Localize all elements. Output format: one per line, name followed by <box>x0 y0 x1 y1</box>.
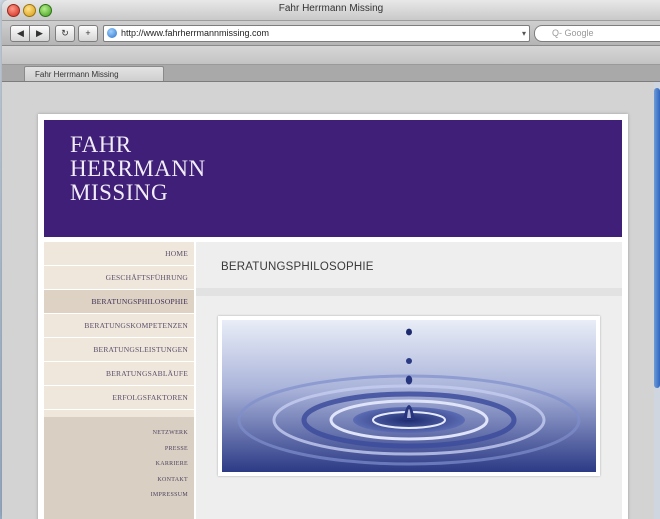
reload-button[interactable]: ↻ <box>55 25 75 42</box>
water-drop-image <box>222 320 596 472</box>
address-bar[interactable]: http://www.fahrherrmannmissing.com ▾ <box>103 25 530 42</box>
nav-item-karriere[interactable]: KARRIERE <box>44 457 194 473</box>
tab-active[interactable]: Fahr Herrmann Missing <box>24 66 164 81</box>
logo-line-1: FAHR <box>70 132 132 157</box>
site-header: FAHR HERRMANN MISSING <box>44 120 622 237</box>
site-globe-icon <box>107 28 117 38</box>
page-viewport: FAHR HERRMANN MISSING HOME GESCHÄFTSFÜHR… <box>2 82 654 519</box>
hero-image-frame <box>218 316 600 476</box>
nav-item-beratungsleistungen[interactable]: BERATUNGSLEISTUNGEN <box>44 338 194 362</box>
primary-nav: HOME GESCHÄFTSFÜHRUNG BERATUNGSPHILOSOPH… <box>44 242 194 410</box>
scrollbar-thumb[interactable] <box>654 88 660 388</box>
forward-button[interactable]: ▶ <box>29 25 50 42</box>
vertical-scrollbar[interactable] <box>654 82 660 519</box>
search-field[interactable]: Q- Google <box>534 25 660 42</box>
page-title: BERATUNGSPHILOSOPHIE <box>221 261 374 273</box>
sidebar-nav: HOME GESCHÄFTSFÜHRUNG BERATUNGSPHILOSOPH… <box>44 242 194 519</box>
nav-item-geschaeftsfuehrung[interactable]: GESCHÄFTSFÜHRUNG <box>44 266 194 290</box>
nav-item-impressum[interactable]: IMPRESSUM <box>44 488 194 504</box>
nav-item-beratungsphilosophie[interactable]: BERATUNGSPHILOSOPHIE <box>44 290 194 314</box>
secondary-nav: NETZWERK PRESSE KARRIERE KONTAKT IMPRESS… <box>44 417 194 519</box>
nav-item-presse[interactable]: PRESSE <box>44 442 194 458</box>
logo-line-3: MISSING <box>70 180 169 205</box>
url-dropdown-icon[interactable]: ▾ <box>522 27 526 40</box>
tab-bar: Fahr Herrmann Missing <box>2 65 660 82</box>
title-bar[interactable]: Fahr Herrmann Missing <box>2 0 660 21</box>
url-text[interactable]: http://www.fahrherrmannmissing.com <box>121 27 269 40</box>
browser-toolbar: ◀ ▶ ↻ + http://www.fahrherrmannmissing.c… <box>2 21 660 46</box>
nav-item-netzwerk[interactable]: NETZWERK <box>44 426 194 442</box>
nav-item-beratungsablaeufe[interactable]: BERATUNGSABLÄUFE <box>44 362 194 386</box>
main-content: BERATUNGSPHILOSOPHIE <box>196 242 622 519</box>
content-divider <box>196 288 622 296</box>
nav-item-kontakt[interactable]: KONTAKT <box>44 473 194 489</box>
browser-window: Fahr Herrmann Missing ◀ ▶ ↻ + http://www… <box>2 0 660 519</box>
logo-line-2: HERRMANN <box>70 156 206 181</box>
search-placeholder[interactable]: Q- Google <box>552 27 594 40</box>
back-button[interactable]: ◀ <box>10 25 31 42</box>
bookmarks-bar <box>2 46 660 65</box>
window-title: Fahr Herrmann Missing <box>278 3 384 14</box>
web-page: FAHR HERRMANN MISSING HOME GESCHÄFTSFÜHR… <box>38 114 628 519</box>
add-bookmark-button[interactable]: + <box>78 25 98 42</box>
nav-item-erfolgsfaktoren[interactable]: ERFOLGSFAKTOREN <box>44 386 194 410</box>
site-logo[interactable]: FAHR HERRMANN MISSING <box>70 133 206 205</box>
nav-item-home[interactable]: HOME <box>44 242 194 266</box>
nav-item-beratungskompetenzen[interactable]: BERATUNGSKOMPETENZEN <box>44 314 194 338</box>
